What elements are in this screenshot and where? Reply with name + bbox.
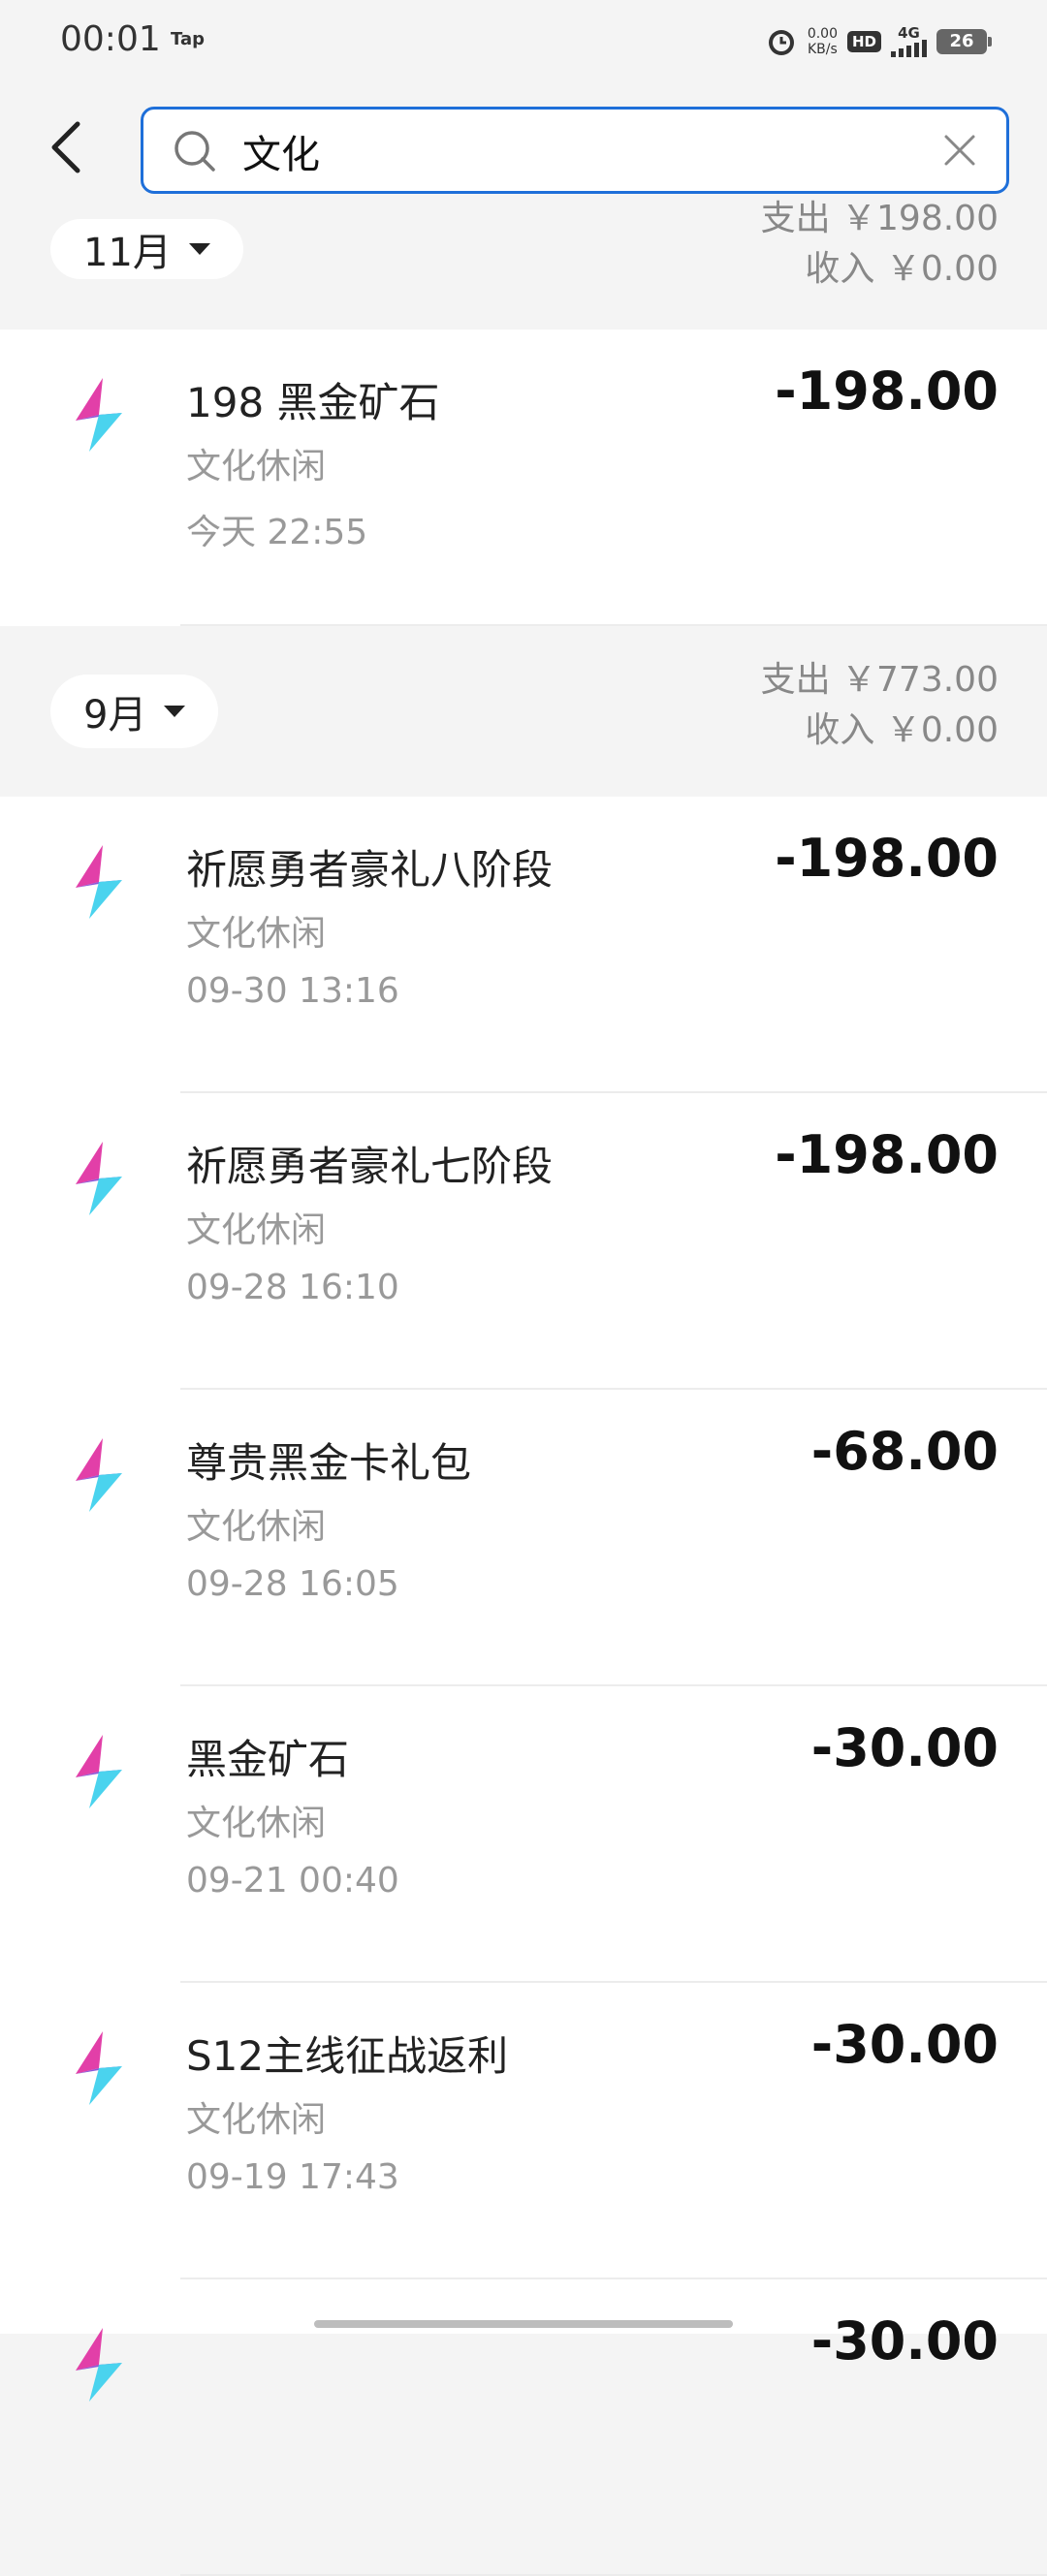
list-item[interactable]: 尊贵黑金卡礼包 文化休闲 09-28 16:05 -68.00 [0, 1390, 1047, 1686]
search-box[interactable] [141, 107, 1009, 194]
item-time: 09-30 13:16 [186, 971, 399, 1011]
month-income: 收入 ￥0.00 [805, 710, 999, 750]
item-category: 文化休闲 [186, 1210, 327, 1250]
item-category: 文化休闲 [186, 914, 327, 954]
home-indicator[interactable] [314, 2320, 733, 2328]
item-title: 祈愿勇者豪礼八阶段 [186, 846, 554, 894]
back-button[interactable] [47, 118, 95, 196]
month-label: 9月 [83, 693, 147, 738]
status-time: 00:01 [60, 19, 161, 59]
item-amount: -30.00 [810, 1717, 999, 1778]
item-time: 今天 22:55 [186, 513, 368, 552]
item-time: 09-21 00:40 [186, 1861, 399, 1901]
lightning-app-icon [72, 1438, 126, 1520]
lightning-app-icon [72, 2328, 126, 2409]
list-item[interactable]: 祈愿勇者豪礼八阶段 文化休闲 09-30 13:16 -198.00 [0, 797, 1047, 1093]
item-title: 尊贵黑金卡礼包 [186, 1439, 472, 1487]
month-expense: 支出 ￥773.00 [760, 660, 999, 700]
item-amount: -30.00 [810, 2310, 999, 2372]
transaction-list-nov: 198 黑金矿石 文化休闲 今天 22:55 -198.00 [0, 330, 1047, 626]
item-time: 09-28 16:05 [186, 1564, 399, 1604]
lightning-app-icon [72, 1735, 126, 1816]
tap-icon: Tap [171, 29, 205, 49]
status-icons: 0.00 KB/s HD 4G 26 [765, 21, 992, 62]
item-title: 黑金矿石 [186, 1736, 350, 1783]
item-amount: -30.00 [810, 2014, 999, 2075]
item-category: 文化休闲 [186, 447, 327, 487]
hd-badge: HD [846, 31, 881, 52]
search-icon [173, 129, 217, 177]
item-amount: -68.00 [810, 1421, 999, 1482]
list-item[interactable]: 祈愿勇者豪礼七阶段 文化休闲 09-28 16:10 -198.00 [0, 1093, 1047, 1390]
month-selector-sep[interactable]: 9月 [50, 675, 219, 748]
caret-down-icon [164, 706, 186, 717]
month-selector-nov[interactable]: 11月 [50, 219, 243, 279]
month-header-sep: 9月 支出 ￥773.00 收入 ￥0.00 [0, 626, 1047, 797]
list-item[interactable]: 黑金矿石 文化休闲 09-21 00:40 -30.00 [0, 1686, 1047, 1983]
back-arrow-icon [51, 121, 80, 173]
list-item[interactable]: S12主线征战返利 文化休闲 09-19 17:43 -30.00 [0, 1983, 1047, 2279]
month-income: 收入 ￥0.00 [805, 249, 999, 289]
item-title: 198 黑金矿石 [186, 379, 440, 426]
battery-icon: 26 [936, 29, 992, 54]
item-time: 09-19 17:43 [186, 2157, 399, 2197]
caret-down-icon [188, 243, 210, 255]
lightning-app-icon [72, 1142, 126, 1223]
item-title: 祈愿勇者豪礼七阶段 [186, 1143, 554, 1190]
search-input[interactable] [240, 123, 874, 179]
item-amount: -198.00 [775, 1124, 999, 1185]
item-category: 文化休闲 [186, 1507, 327, 1547]
transaction-list-sep: 祈愿勇者豪礼八阶段 文化休闲 09-30 13:16 -198.00 祈愿勇者豪… [0, 797, 1047, 2576]
item-amount: -198.00 [775, 828, 999, 889]
item-amount: -198.00 [775, 361, 999, 422]
item-category: 文化休闲 [186, 2100, 327, 2140]
net-speed-indicator: 0.00 KB/s [807, 26, 838, 57]
month-label: 11月 [83, 231, 172, 275]
signal-icon: 4G [891, 26, 927, 57]
item-time: 09-28 16:10 [186, 1268, 399, 1307]
month-summary-sep: 支出 ￥773.00 收入 ￥0.00 [761, 655, 999, 756]
lightning-app-icon [72, 845, 126, 927]
month-summary-nov: 支出 ￥198.00 收入 ￥0.00 [761, 194, 999, 295]
lightning-app-icon [72, 378, 126, 459]
item-category: 文化休闲 [186, 1804, 327, 1843]
clear-search-icon[interactable] [940, 131, 979, 173]
status-bar: 00:01 Tap 0.00 KB/s HD 4G 26 [0, 0, 1047, 83]
month-header-nov: 11月 支出 ￥198.00 收入 ￥0.00 [0, 199, 1047, 330]
list-item[interactable]: 198 黑金矿石 文化休闲 今天 22:55 -198.00 [0, 330, 1047, 626]
month-expense: 支出 ￥198.00 [760, 199, 999, 238]
item-title: S12主线征战返利 [186, 2032, 509, 2080]
lightning-app-icon [72, 2031, 126, 2113]
alarm-icon [765, 25, 798, 58]
